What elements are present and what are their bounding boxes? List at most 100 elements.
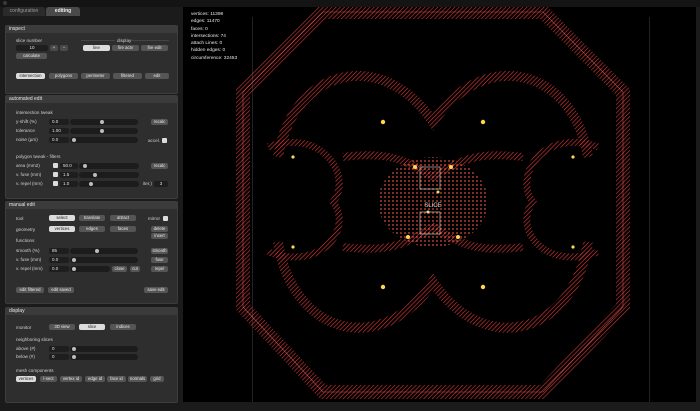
iter-input[interactable]: 3: [154, 181, 168, 187]
y-shift-slider[interactable]: [70, 119, 138, 125]
slider-knob[interactable]: [72, 267, 76, 271]
stat-attach-lines: attach Lines: 0: [191, 41, 223, 47]
v-repel-label: v. repel (mm): [16, 181, 43, 186]
slider-knob[interactable]: [95, 249, 99, 253]
display-fire-actv-button[interactable]: fire actv: [112, 45, 139, 51]
calculate-button[interactable]: calculate: [16, 53, 47, 59]
repel-button[interactable]: repel: [151, 266, 168, 272]
slice-viewport[interactable]: SLICE: [183, 7, 696, 402]
slice-number-input[interactable]: 10: [16, 45, 48, 51]
insert-button[interactable]: insert: [151, 233, 168, 239]
stat-circumference: circumference: 32453: [191, 55, 238, 61]
stat-vertices: vertices: 11398: [191, 12, 224, 17]
edit-filtered-button[interactable]: edit filtered: [16, 287, 44, 293]
noise-input[interactable]: 0.0: [49, 137, 69, 143]
inspect-panel: inspect slice number 10 + − display line…: [5, 25, 178, 94]
view-intersection-button[interactable]: intersection: [16, 73, 45, 79]
monitor-slice-button[interactable]: slice: [79, 324, 105, 330]
tolerance-input[interactable]: 1.00: [49, 128, 69, 134]
slider-knob[interactable]: [89, 182, 93, 186]
close-button[interactable]: close: [112, 266, 127, 272]
automated-edit-panel: automated edit intersection tweak y-shif…: [5, 95, 178, 199]
below-label: below (#): [16, 354, 35, 359]
v-repel-slider[interactable]: [79, 181, 139, 187]
display-line-button[interactable]: line: [83, 45, 110, 51]
mirror-checkbox[interactable]: [163, 216, 168, 221]
slice-decrement-button[interactable]: −: [60, 45, 68, 51]
view-perimeter-button[interactable]: perimeter: [81, 73, 110, 79]
cut-button[interactable]: cut: [130, 266, 140, 272]
v-repel-checkbox[interactable]: [53, 181, 58, 186]
fn-v-fuse-input[interactable]: 0.0: [49, 257, 69, 263]
area-slider[interactable]: [79, 163, 139, 169]
mesh-l-sect-button[interactable]: l-sect: [40, 376, 57, 382]
mesh-edge-id-button[interactable]: edge id: [85, 376, 105, 382]
tolerance-slider[interactable]: [70, 128, 138, 134]
slider-knob[interactable]: [100, 120, 104, 124]
display-fire-edit-button[interactable]: fire edit: [141, 45, 168, 51]
y-shift-input[interactable]: 0.0: [49, 119, 69, 125]
smooth-slider[interactable]: [70, 248, 138, 254]
geometry-edges-button[interactable]: edges: [79, 226, 105, 232]
v-repel-input[interactable]: 1.0: [60, 181, 78, 187]
tab-configuration[interactable]: configuration: [3, 7, 45, 16]
geometry-faces-button[interactable]: faces: [110, 226, 136, 232]
tool-translate-button[interactable]: translate: [79, 215, 105, 221]
above-slider[interactable]: [70, 346, 138, 352]
recalc-button[interactable]: recalc: [151, 119, 168, 125]
slice-increment-button[interactable]: +: [50, 45, 58, 51]
slider-knob[interactable]: [72, 258, 76, 262]
area-checkbox[interactable]: [53, 163, 58, 168]
window-close-icon[interactable]: [3, 1, 7, 5]
view-edit-button[interactable]: edit: [145, 73, 169, 79]
recalc-filters-button[interactable]: recalc: [151, 163, 168, 169]
geometry-vertices-button[interactable]: vertices: [49, 226, 75, 232]
view-polygons-button[interactable]: polygons: [49, 73, 78, 79]
slider-knob[interactable]: [72, 355, 76, 359]
mesh-grid-button[interactable]: grid: [150, 376, 164, 382]
title-bar: [0, 0, 700, 7]
mesh-vertices-button[interactable]: vertices: [16, 376, 36, 382]
center-slice-label: SLICE: [424, 203, 441, 209]
mesh-vertex-id-button[interactable]: vertex id: [60, 376, 82, 382]
mesh-slice-render: SLICE: [236, 7, 630, 399]
monitor-label: monitor: [16, 325, 32, 330]
v-fuse-slider[interactable]: [79, 172, 139, 178]
tab-editing[interactable]: editing: [46, 7, 80, 16]
manual-edit-panel: manual edit tool select translate attrac…: [5, 201, 178, 304]
view-filtered-button[interactable]: filtered: [113, 73, 142, 79]
fn-v-repel-input[interactable]: 0.0: [49, 266, 69, 272]
below-slider[interactable]: [70, 354, 138, 360]
fuse-button[interactable]: fuse: [151, 257, 168, 263]
delete-button[interactable]: delete: [151, 226, 168, 232]
monitor-3d-view-button[interactable]: 3D view: [49, 324, 75, 330]
mirror-label: mirror: [148, 216, 160, 221]
area-input[interactable]: 50.0: [60, 163, 78, 169]
edit-saved-button[interactable]: edit saved: [48, 287, 74, 293]
left-lobe: [266, 138, 343, 261]
area-label: area (mm2): [16, 163, 40, 168]
slider-knob[interactable]: [83, 164, 87, 168]
slider-knob[interactable]: [100, 129, 104, 133]
tool-attract-button[interactable]: attract: [110, 215, 136, 221]
display-divider-right: [131, 40, 169, 41]
below-input[interactable]: 0: [49, 354, 69, 360]
noise-slider[interactable]: [70, 137, 138, 143]
save-edit-button[interactable]: save edit: [144, 287, 168, 293]
smooth-button[interactable]: smooth: [151, 248, 168, 254]
smooth-input[interactable]: 85: [49, 248, 69, 254]
above-input[interactable]: 0: [49, 346, 69, 352]
iter-label: iter.): [143, 181, 152, 186]
v-fuse-checkbox[interactable]: [53, 172, 58, 177]
slider-knob[interactable]: [93, 173, 97, 177]
fn-v-fuse-slider[interactable]: [70, 257, 138, 263]
v-fuse-input[interactable]: 1.5: [60, 172, 78, 178]
monitor-indices-button[interactable]: indices: [110, 324, 136, 330]
fn-v-repel-slider[interactable]: [70, 266, 110, 272]
slider-knob[interactable]: [72, 138, 76, 142]
tool-select-button[interactable]: select: [49, 215, 75, 221]
slider-knob[interactable]: [72, 347, 76, 351]
mesh-normals-button[interactable]: normals: [128, 376, 147, 382]
accel-checkbox[interactable]: [162, 138, 167, 143]
mesh-face-id-button[interactable]: face id: [107, 376, 126, 382]
